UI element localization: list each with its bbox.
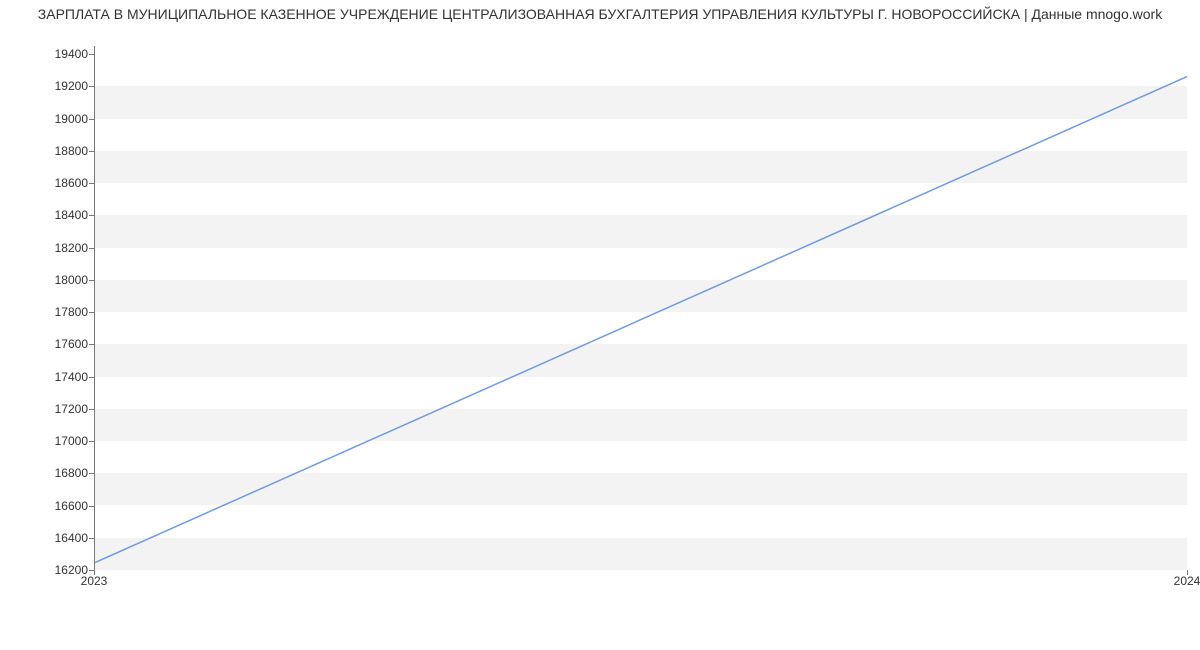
y-tick-mark: [89, 183, 94, 184]
y-tick-mark: [89, 119, 94, 120]
y-tick-label: 18800: [38, 144, 88, 158]
y-tick-label: 19400: [38, 47, 88, 61]
y-tick-label: 18200: [38, 241, 88, 255]
y-tick-label: 16600: [38, 499, 88, 513]
y-tick-label: 18000: [38, 273, 88, 287]
y-tick-label: 18600: [38, 176, 88, 190]
x-tick-label: 2023: [81, 574, 108, 588]
chart-title: ЗАРПЛАТА В МУНИЦИПАЛЬНОЕ КАЗЕННОЕ УЧРЕЖД…: [0, 6, 1200, 22]
x-tick-mark: [1187, 570, 1188, 575]
y-tick-mark: [89, 248, 94, 249]
y-tick-label: 17200: [38, 402, 88, 416]
y-tick-mark: [89, 409, 94, 410]
y-tick-label: 17600: [38, 337, 88, 351]
plot-area: [94, 46, 1187, 570]
y-tick-label: 19000: [38, 112, 88, 126]
y-tick-mark: [89, 377, 94, 378]
x-tick-mark: [94, 570, 95, 575]
y-tick-mark: [89, 506, 94, 507]
y-tick-label: 19200: [38, 79, 88, 93]
y-tick-mark: [89, 538, 94, 539]
y-tick-mark: [89, 86, 94, 87]
x-tick-label: 2024: [1174, 574, 1200, 588]
y-tick-mark: [89, 54, 94, 55]
y-tick-mark: [89, 344, 94, 345]
y-tick-label: 16400: [38, 531, 88, 545]
y-tick-mark: [89, 215, 94, 216]
chart-svg: [95, 46, 1187, 569]
y-tick-mark: [89, 280, 94, 281]
y-tick-label: 18400: [38, 208, 88, 222]
y-tick-label: 17000: [38, 434, 88, 448]
y-tick-label: 17400: [38, 370, 88, 384]
y-tick-label: 17800: [38, 305, 88, 319]
y-tick-mark: [89, 151, 94, 152]
y-tick-mark: [89, 441, 94, 442]
chart-container: ЗАРПЛАТА В МУНИЦИПАЛЬНОЕ КАЗЕННОЕ УЧРЕЖД…: [0, 0, 1200, 600]
y-tick-label: 16800: [38, 466, 88, 480]
y-tick-mark: [89, 473, 94, 474]
series-line: [95, 77, 1187, 563]
y-tick-mark: [89, 312, 94, 313]
